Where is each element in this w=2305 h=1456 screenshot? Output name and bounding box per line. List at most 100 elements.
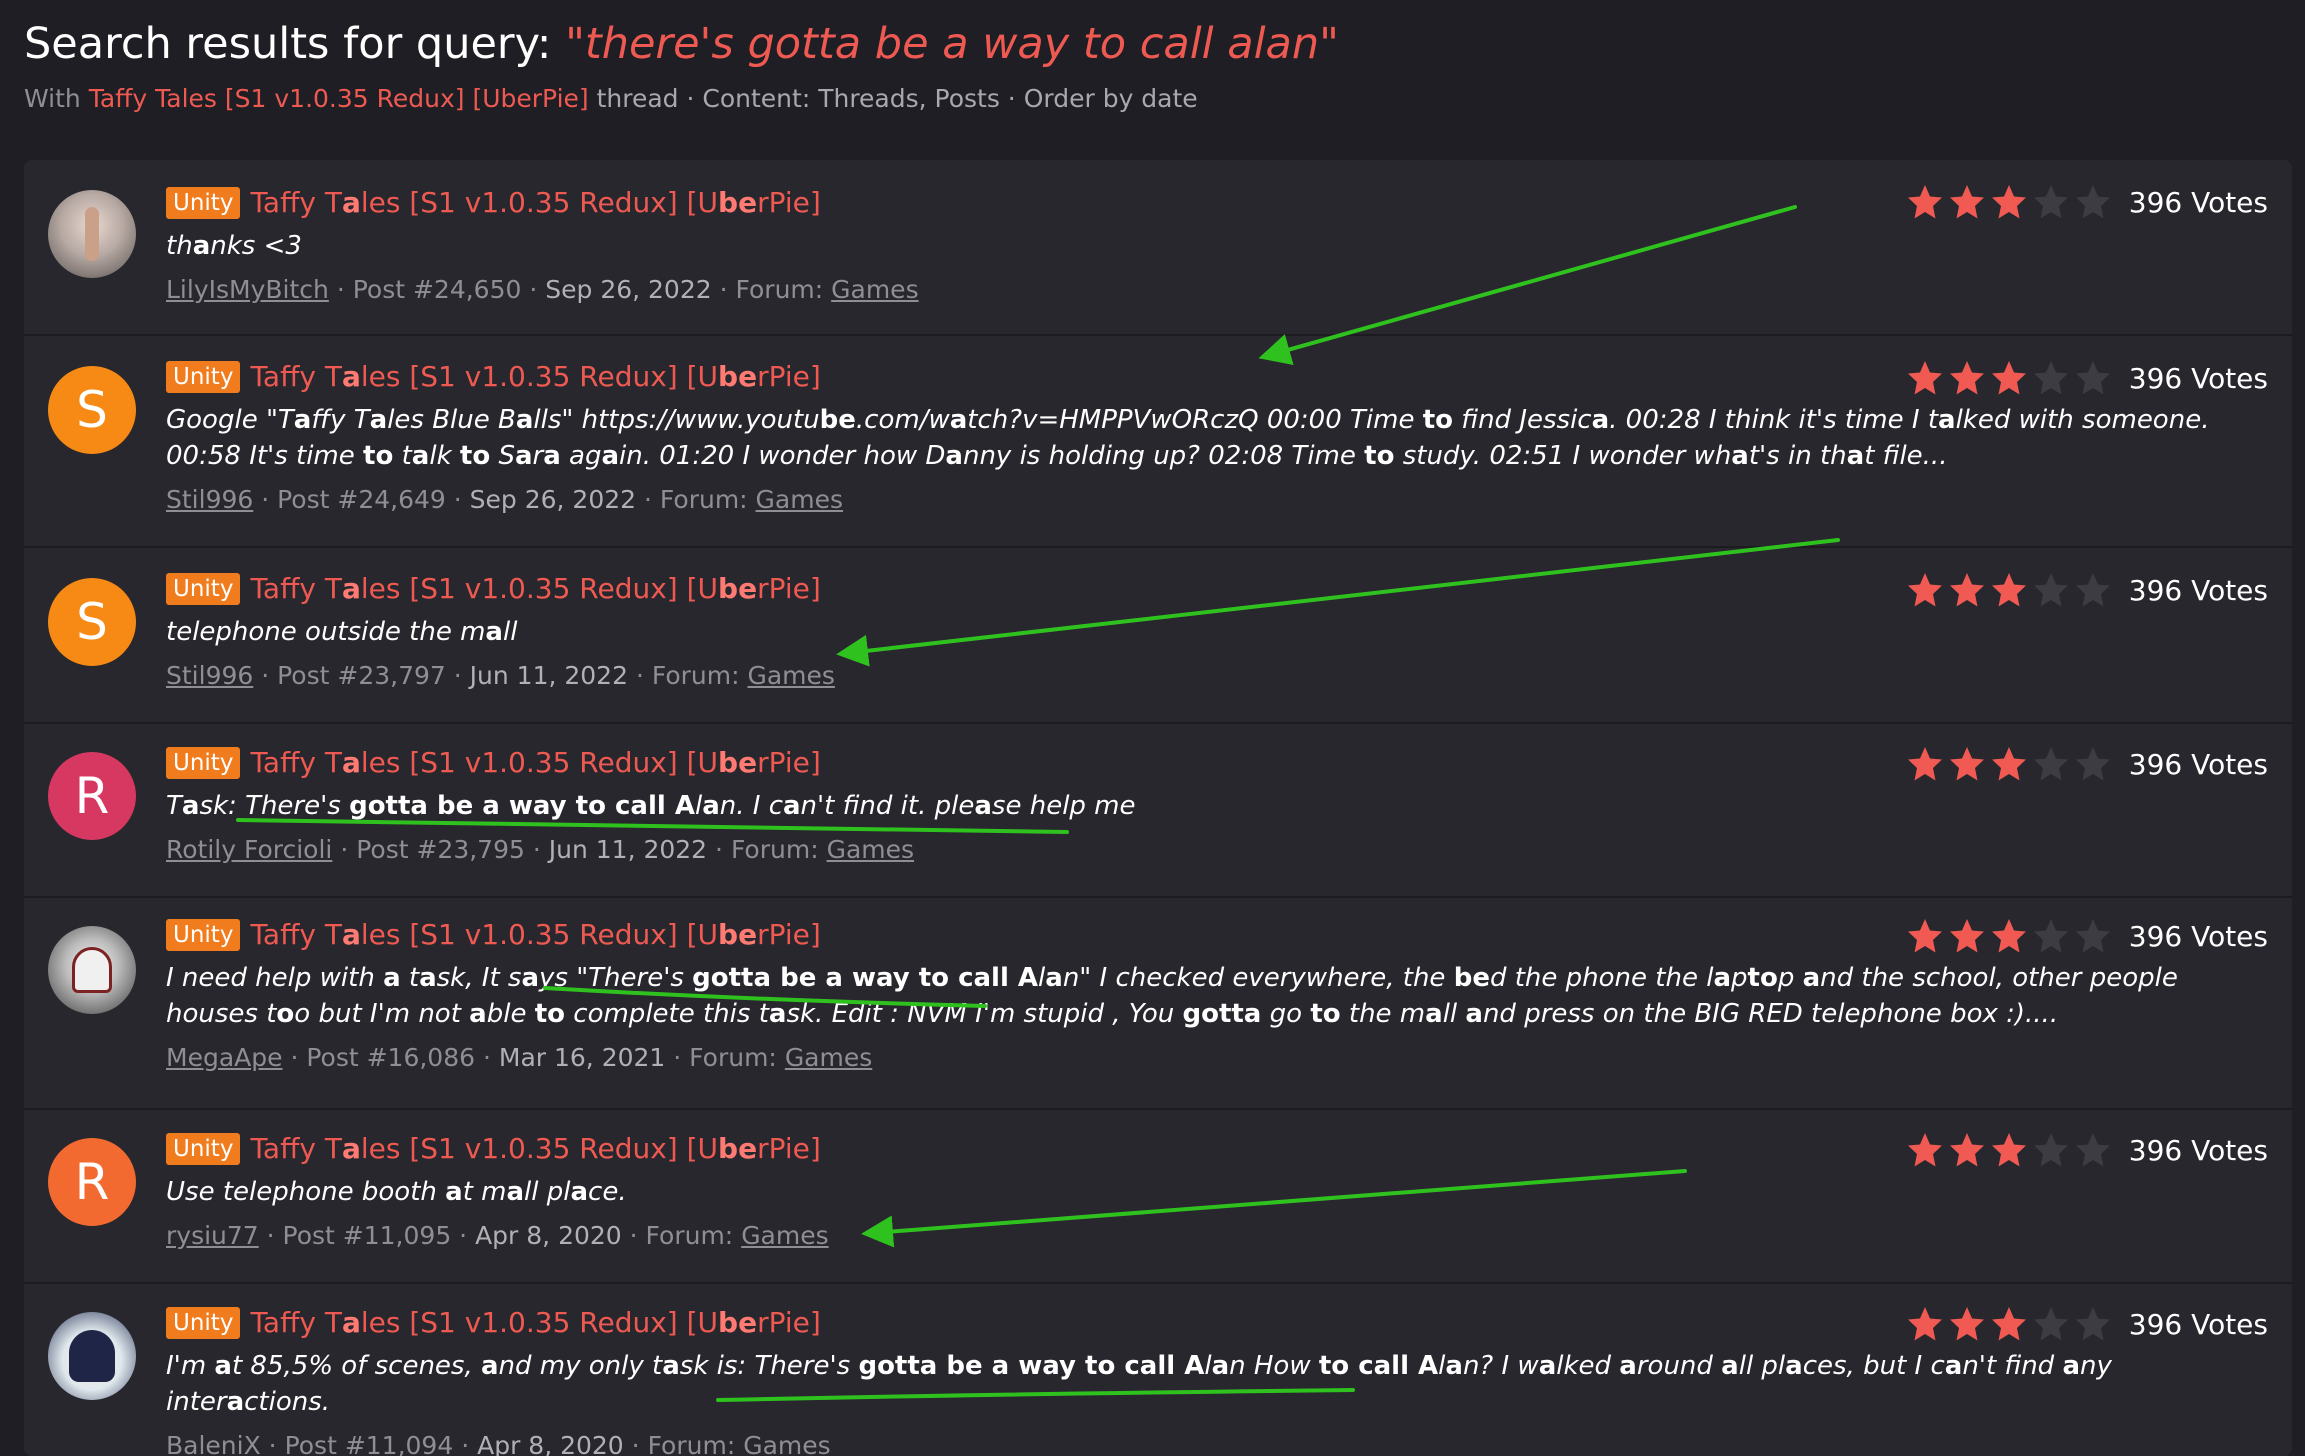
post-meta: Stil996 · Post #23,797 · Jun 11, 2022 · … — [166, 661, 835, 690]
result-row[interactable]: Unity Taffy Tales [S1 v1.0.35 Redux] [Ube… — [24, 1284, 2292, 1456]
prefix-badge: Unity — [166, 187, 241, 219]
post-number: Post #16,086 — [306, 1043, 476, 1072]
post-meta: BaleniX · Post #11,094 · Apr 8, 2020 · F… — [166, 1428, 2268, 1456]
star-empty-icon — [2033, 185, 2068, 219]
result-row[interactable]: R Unity Taffy Tales [S1 v1.0.35 Redux] [U… — [24, 1110, 2292, 1284]
post-snippet: I need help with a task, It says "There'… — [166, 963, 2178, 1029]
star-rating — [1905, 358, 2115, 398]
thread-title-link[interactable]: Taffy Tales [S1 v1.0.35 Redux] [UberPie] — [250, 184, 820, 222]
username-link[interactable]: BaleniX — [166, 1431, 261, 1456]
username-link[interactable]: rysiu77 — [166, 1221, 259, 1250]
star-empty-icon — [2033, 747, 2068, 781]
title-prefix: Search results for query: — [24, 19, 552, 69]
rating: 396 Votes — [1905, 358, 2268, 398]
username-link[interactable]: MegaApe — [166, 1043, 283, 1072]
star-filled-icon — [1907, 1133, 1942, 1167]
forum-label: Forum: — [735, 275, 824, 304]
forum-link[interactable]: Games — [827, 835, 914, 864]
star-filled-icon — [1907, 573, 1942, 607]
username-link[interactable]: LilyIsMyBitch — [166, 275, 329, 304]
avatar[interactable] — [48, 1312, 136, 1400]
content-order-label: · Content: Threads, Posts · Order by dat… — [678, 84, 1198, 113]
avatar-letter: S — [76, 381, 108, 439]
star-rating — [1905, 744, 2115, 784]
avatar[interactable]: S — [48, 578, 136, 666]
vote-count: 396 Votes — [2128, 1307, 2268, 1341]
vote-count: 396 Votes — [2128, 185, 2268, 219]
forum-link[interactable]: Games — [756, 485, 843, 514]
star-empty-icon — [2075, 361, 2110, 395]
rating: 396 Votes — [1905, 1130, 2268, 1170]
star-filled-icon — [1907, 919, 1942, 953]
star-filled-icon — [1949, 1307, 1984, 1341]
result-row[interactable]: S Unity Taffy Tales [S1 v1.0.35 Redux] [U… — [24, 548, 2292, 724]
star-empty-icon — [2033, 361, 2068, 395]
star-filled-icon — [1949, 361, 1984, 395]
forum-link[interactable]: Games — [785, 1043, 872, 1072]
star-empty-icon — [2075, 573, 2110, 607]
rating: 396 Votes — [1905, 1304, 2268, 1344]
avatar[interactable]: R — [48, 752, 136, 840]
avatar[interactable]: R — [48, 1138, 136, 1226]
avatar-letter: R — [74, 1153, 110, 1211]
thread-title-link[interactable]: Taffy Tales [S1 v1.0.35 Redux] [UberPie] — [250, 916, 820, 954]
vote-count: 396 Votes — [2128, 361, 2268, 395]
thread-title-link[interactable]: Taffy Tales [S1 v1.0.35 Redux] [UberPie] — [250, 358, 820, 396]
post-snippet: Task: There's gotta be a way to call Ala… — [166, 791, 1136, 821]
username-link[interactable]: Stil996 — [166, 485, 253, 514]
result-row[interactable]: Unity Taffy Tales [S1 v1.0.35 Redux] [Ube… — [24, 160, 2292, 336]
star-filled-icon — [1949, 185, 1984, 219]
result-row[interactable]: S Unity Taffy Tales [S1 v1.0.35 Redux] [U… — [24, 336, 2292, 548]
result-row[interactable]: Unity Taffy Tales [S1 v1.0.35 Redux] [Ube… — [24, 898, 2292, 1110]
prefix-badge: Unity — [166, 1133, 241, 1165]
thread-title-link[interactable]: Taffy Tales [S1 v1.0.35 Redux] [UberPie] — [250, 1304, 820, 1342]
page-title: Search results for query: "there's gotta… — [24, 14, 2281, 74]
vote-count: 396 Votes — [2128, 573, 2268, 607]
avatar[interactable] — [48, 926, 136, 1014]
vote-count: 396 Votes — [2128, 1133, 2268, 1167]
star-empty-icon — [2075, 185, 2110, 219]
post-date: Jun 11, 2022 — [548, 835, 708, 864]
post-date: Sep 26, 2022 — [469, 485, 637, 514]
star-filled-icon — [1991, 1307, 2026, 1341]
results-list: Unity Taffy Tales [S1 v1.0.35 Redux] [Ube… — [24, 160, 2292, 1456]
thread-filter-link[interactable]: Taffy Tales [S1 v1.0.35 Redux] [UberPie] — [89, 84, 589, 113]
star-filled-icon — [1949, 1133, 1984, 1167]
post-snippet: thanks <3 — [166, 231, 302, 261]
prefix-badge: Unity — [166, 573, 241, 605]
star-filled-icon — [1991, 747, 2026, 781]
username-link[interactable]: Rotily Forcioli — [166, 835, 332, 864]
star-rating — [1905, 1130, 2115, 1170]
search-filters: With Taffy Tales [S1 v1.0.35 Redux] [Ube… — [24, 84, 2281, 113]
rating: 396 Votes — [1905, 916, 2268, 956]
prefix-badge: Unity — [166, 919, 241, 951]
post-number: Post #11,095 — [282, 1221, 452, 1250]
avatar[interactable] — [48, 190, 136, 278]
forum-link[interactable]: Games — [741, 1221, 828, 1250]
forum-link[interactable]: Games — [743, 1431, 830, 1456]
forum-label: Forum: — [647, 1431, 736, 1456]
post-meta: Stil996 · Post #24,649 · Sep 26, 2022 · … — [166, 485, 843, 514]
post-number: Post #11,094 — [284, 1431, 454, 1456]
forum-link[interactable]: Games — [831, 275, 918, 304]
star-filled-icon — [1949, 573, 1984, 607]
prefix-badge: Unity — [166, 747, 241, 779]
rating: 396 Votes — [1905, 182, 2268, 222]
star-filled-icon — [1991, 361, 2026, 395]
username-link[interactable]: Stil996 — [166, 661, 253, 690]
thread-title-link[interactable]: Taffy Tales [S1 v1.0.35 Redux] [UberPie] — [250, 1130, 820, 1168]
post-number: Post #23,797 — [277, 661, 446, 690]
result-row[interactable]: R Unity Taffy Tales [S1 v1.0.35 Redux] [U… — [24, 724, 2292, 898]
post-date: Apr 8, 2020 — [477, 1431, 624, 1456]
search-header: Search results for query: "there's gotta… — [24, 14, 2281, 113]
forum-label: Forum: — [730, 835, 819, 864]
forum-link[interactable]: Games — [747, 661, 834, 690]
vote-count: 396 Votes — [2128, 747, 2268, 781]
star-filled-icon — [1991, 919, 2026, 953]
thread-title-link[interactable]: Taffy Tales [S1 v1.0.35 Redux] [UberPie] — [250, 570, 820, 608]
thread-title-link[interactable]: Taffy Tales [S1 v1.0.35 Redux] [UberPie] — [250, 744, 820, 782]
post-date: Apr 8, 2020 — [475, 1221, 622, 1250]
post-meta: rysiu77 · Post #11,095 · Apr 8, 2020 · F… — [166, 1221, 829, 1250]
avatar[interactable]: S — [48, 366, 136, 454]
avatar-letter: S — [76, 593, 108, 651]
